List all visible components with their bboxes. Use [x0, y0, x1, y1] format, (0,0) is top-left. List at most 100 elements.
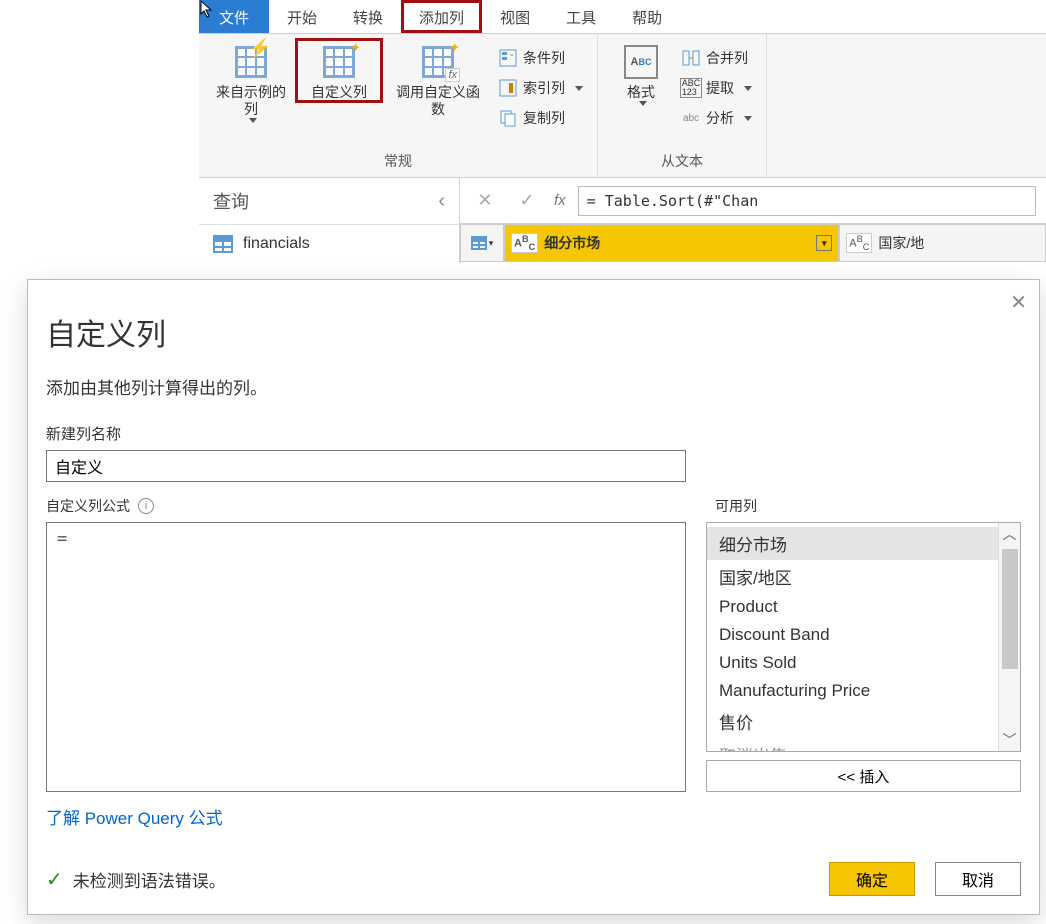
cursor-icon: [200, 0, 214, 18]
available-column-item[interactable]: 国家/地区: [707, 560, 998, 593]
table-spark-icon: ✦: [321, 44, 357, 80]
table-icon: [471, 236, 487, 250]
conditional-column-button[interactable]: = 条件列: [493, 44, 589, 72]
formula-input[interactable]: [578, 186, 1036, 216]
column-from-examples-button[interactable]: ⚡ 来自示例的列: [207, 38, 295, 125]
extract-icon: ABC123: [682, 79, 700, 97]
type-text-icon: ABC: [846, 233, 872, 253]
dialog-subtitle: 添加由其他列计算得出的列。: [46, 374, 1021, 399]
column-from-examples-label: 来自示例的列: [215, 84, 287, 118]
available-column-item[interactable]: Manufacturing Price: [707, 677, 998, 705]
insert-button[interactable]: << 插入: [706, 760, 1021, 792]
format-label: 格式: [627, 84, 655, 101]
tab-tools[interactable]: 工具: [548, 0, 614, 33]
index-icon: [499, 79, 517, 97]
duplicate-column-label: 复制列: [523, 108, 565, 128]
query-item-financials[interactable]: financials: [199, 225, 459, 263]
custom-column-button[interactable]: ✦ 自定义列: [295, 38, 383, 103]
index-column-label: 索引列: [523, 78, 565, 98]
check-icon: ✓: [46, 867, 63, 892]
invoke-custom-function-label: 调用自定义函数: [391, 84, 485, 118]
content-row: 查询 ‹ financials ✕ ✓ fx ▾ ABC 细分市场 ▾: [199, 178, 1046, 263]
queries-header: 查询 ‹: [199, 178, 459, 225]
cancel-button[interactable]: 取消: [935, 862, 1021, 896]
custom-column-label: 自定义列: [311, 84, 367, 101]
dropdown-icon: [744, 116, 752, 121]
available-column-item[interactable]: 取消出售: [707, 738, 998, 751]
column-header-label: 国家/地: [878, 233, 924, 253]
scroll-down-icon[interactable]: ﹀: [1003, 729, 1017, 751]
tab-transform[interactable]: 转换: [335, 0, 401, 33]
dropdown-icon: [249, 118, 257, 123]
queries-pane: 查询 ‹ financials: [199, 178, 460, 263]
tab-help[interactable]: 帮助: [614, 0, 680, 33]
syntax-status: ✓ 未检测到语法错误。: [46, 867, 226, 892]
custom-column-dialog: ✕ 自定义列 添加由其他列计算得出的列。 新建列名称 自定义列公式 i 可用列 …: [27, 279, 1040, 915]
formula-textarea[interactable]: =: [46, 522, 686, 792]
available-columns-list: 细分市场 国家/地区 Product Discount Band Units S…: [706, 522, 1021, 752]
column-filter-button[interactable]: ▾: [816, 235, 832, 251]
tab-view[interactable]: 视图: [482, 0, 548, 33]
duplicate-column-button[interactable]: 复制列: [493, 104, 589, 132]
ok-button[interactable]: 确定: [829, 862, 915, 896]
table-icon: [213, 235, 233, 253]
learn-more-link[interactable]: 了解 Power Query 公式: [46, 804, 223, 829]
available-column-item[interactable]: Product: [707, 593, 998, 621]
close-button[interactable]: ✕: [1010, 290, 1027, 315]
format-button[interactable]: ABC 格式: [606, 38, 676, 108]
new-column-name-input[interactable]: [46, 450, 686, 482]
conditional-icon: =: [499, 49, 517, 67]
scrollbar[interactable]: ︿ ﹀: [998, 523, 1020, 751]
status-text: 未检测到语法错误。: [73, 867, 226, 892]
ribbon-tabs: 文件 开始 转换 添加列 视图 工具 帮助: [199, 0, 1046, 34]
index-column-button[interactable]: 索引列: [493, 74, 589, 102]
formula-cancel-button[interactable]: ✕: [470, 186, 500, 216]
conditional-column-label: 条件列: [523, 48, 565, 68]
ribbon-group-text: ABC 格式 合并列 ABC123 提取: [598, 34, 767, 177]
dropdown-icon: [575, 86, 583, 91]
available-column-item[interactable]: 售价: [707, 705, 998, 738]
formula-label: 自定义列公式: [46, 496, 130, 516]
parse-label: 分析: [706, 108, 734, 128]
format-icon: ABC: [623, 44, 659, 80]
scroll-thumb[interactable]: [1002, 549, 1018, 669]
new-column-name-label: 新建列名称: [46, 423, 1021, 444]
svg-text:=: =: [510, 53, 514, 59]
scroll-up-icon[interactable]: ︿: [1003, 523, 1017, 545]
preview-header: ▾ ABC 细分市场 ▾ ABC 国家/地: [460, 224, 1046, 262]
queries-title: 查询: [213, 188, 249, 214]
editor-area: ✕ ✓ fx ▾ ABC 细分市场 ▾ ABC 国家/地: [460, 178, 1046, 263]
invoke-custom-function-button[interactable]: ✦ fx 调用自定义函数: [383, 38, 493, 120]
merge-icon: [682, 49, 700, 67]
extract-button[interactable]: ABC123 提取: [676, 74, 758, 102]
collapse-button[interactable]: ‹: [438, 190, 445, 213]
tab-add-column[interactable]: 添加列: [401, 0, 482, 33]
available-columns-label: 可用列: [715, 496, 1021, 516]
query-item-label: financials: [243, 235, 310, 253]
group-general-label: 常规: [384, 148, 412, 175]
table-corner-button[interactable]: ▾: [460, 224, 504, 262]
merge-columns-button[interactable]: 合并列: [676, 44, 758, 72]
dialog-title: 自定义列: [46, 310, 1021, 354]
available-column-item[interactable]: Discount Band: [707, 621, 998, 649]
parse-icon: abc: [682, 109, 700, 127]
tab-home[interactable]: 开始: [269, 0, 335, 33]
table-lightning-icon: ⚡: [233, 44, 269, 80]
duplicate-icon: [499, 109, 517, 127]
ribbon-group-general: ⚡ 来自示例的列 ✦ 自定义列 ✦ fx 调用自定义函数: [199, 34, 598, 177]
formula-accept-button[interactable]: ✓: [512, 186, 542, 216]
dropdown-icon: [744, 86, 752, 91]
column-header-label: 细分市场: [544, 233, 600, 253]
available-column-item[interactable]: 细分市场: [707, 527, 998, 560]
info-icon[interactable]: i: [138, 498, 154, 514]
group-text-label: 从文本: [661, 148, 703, 175]
dropdown-icon: [639, 101, 647, 106]
ribbon-body: ⚡ 来自示例的列 ✦ 自定义列 ✦ fx 调用自定义函数: [199, 34, 1046, 178]
column-header-country[interactable]: ABC 国家/地: [839, 224, 1046, 262]
extract-label: 提取: [706, 78, 734, 98]
merge-columns-label: 合并列: [706, 48, 748, 68]
available-column-item[interactable]: Units Sold: [707, 649, 998, 677]
parse-button[interactable]: abc 分析: [676, 104, 758, 132]
column-header-segment[interactable]: ABC 细分市场 ▾: [504, 224, 839, 262]
formula-bar: ✕ ✓ fx: [460, 178, 1046, 224]
